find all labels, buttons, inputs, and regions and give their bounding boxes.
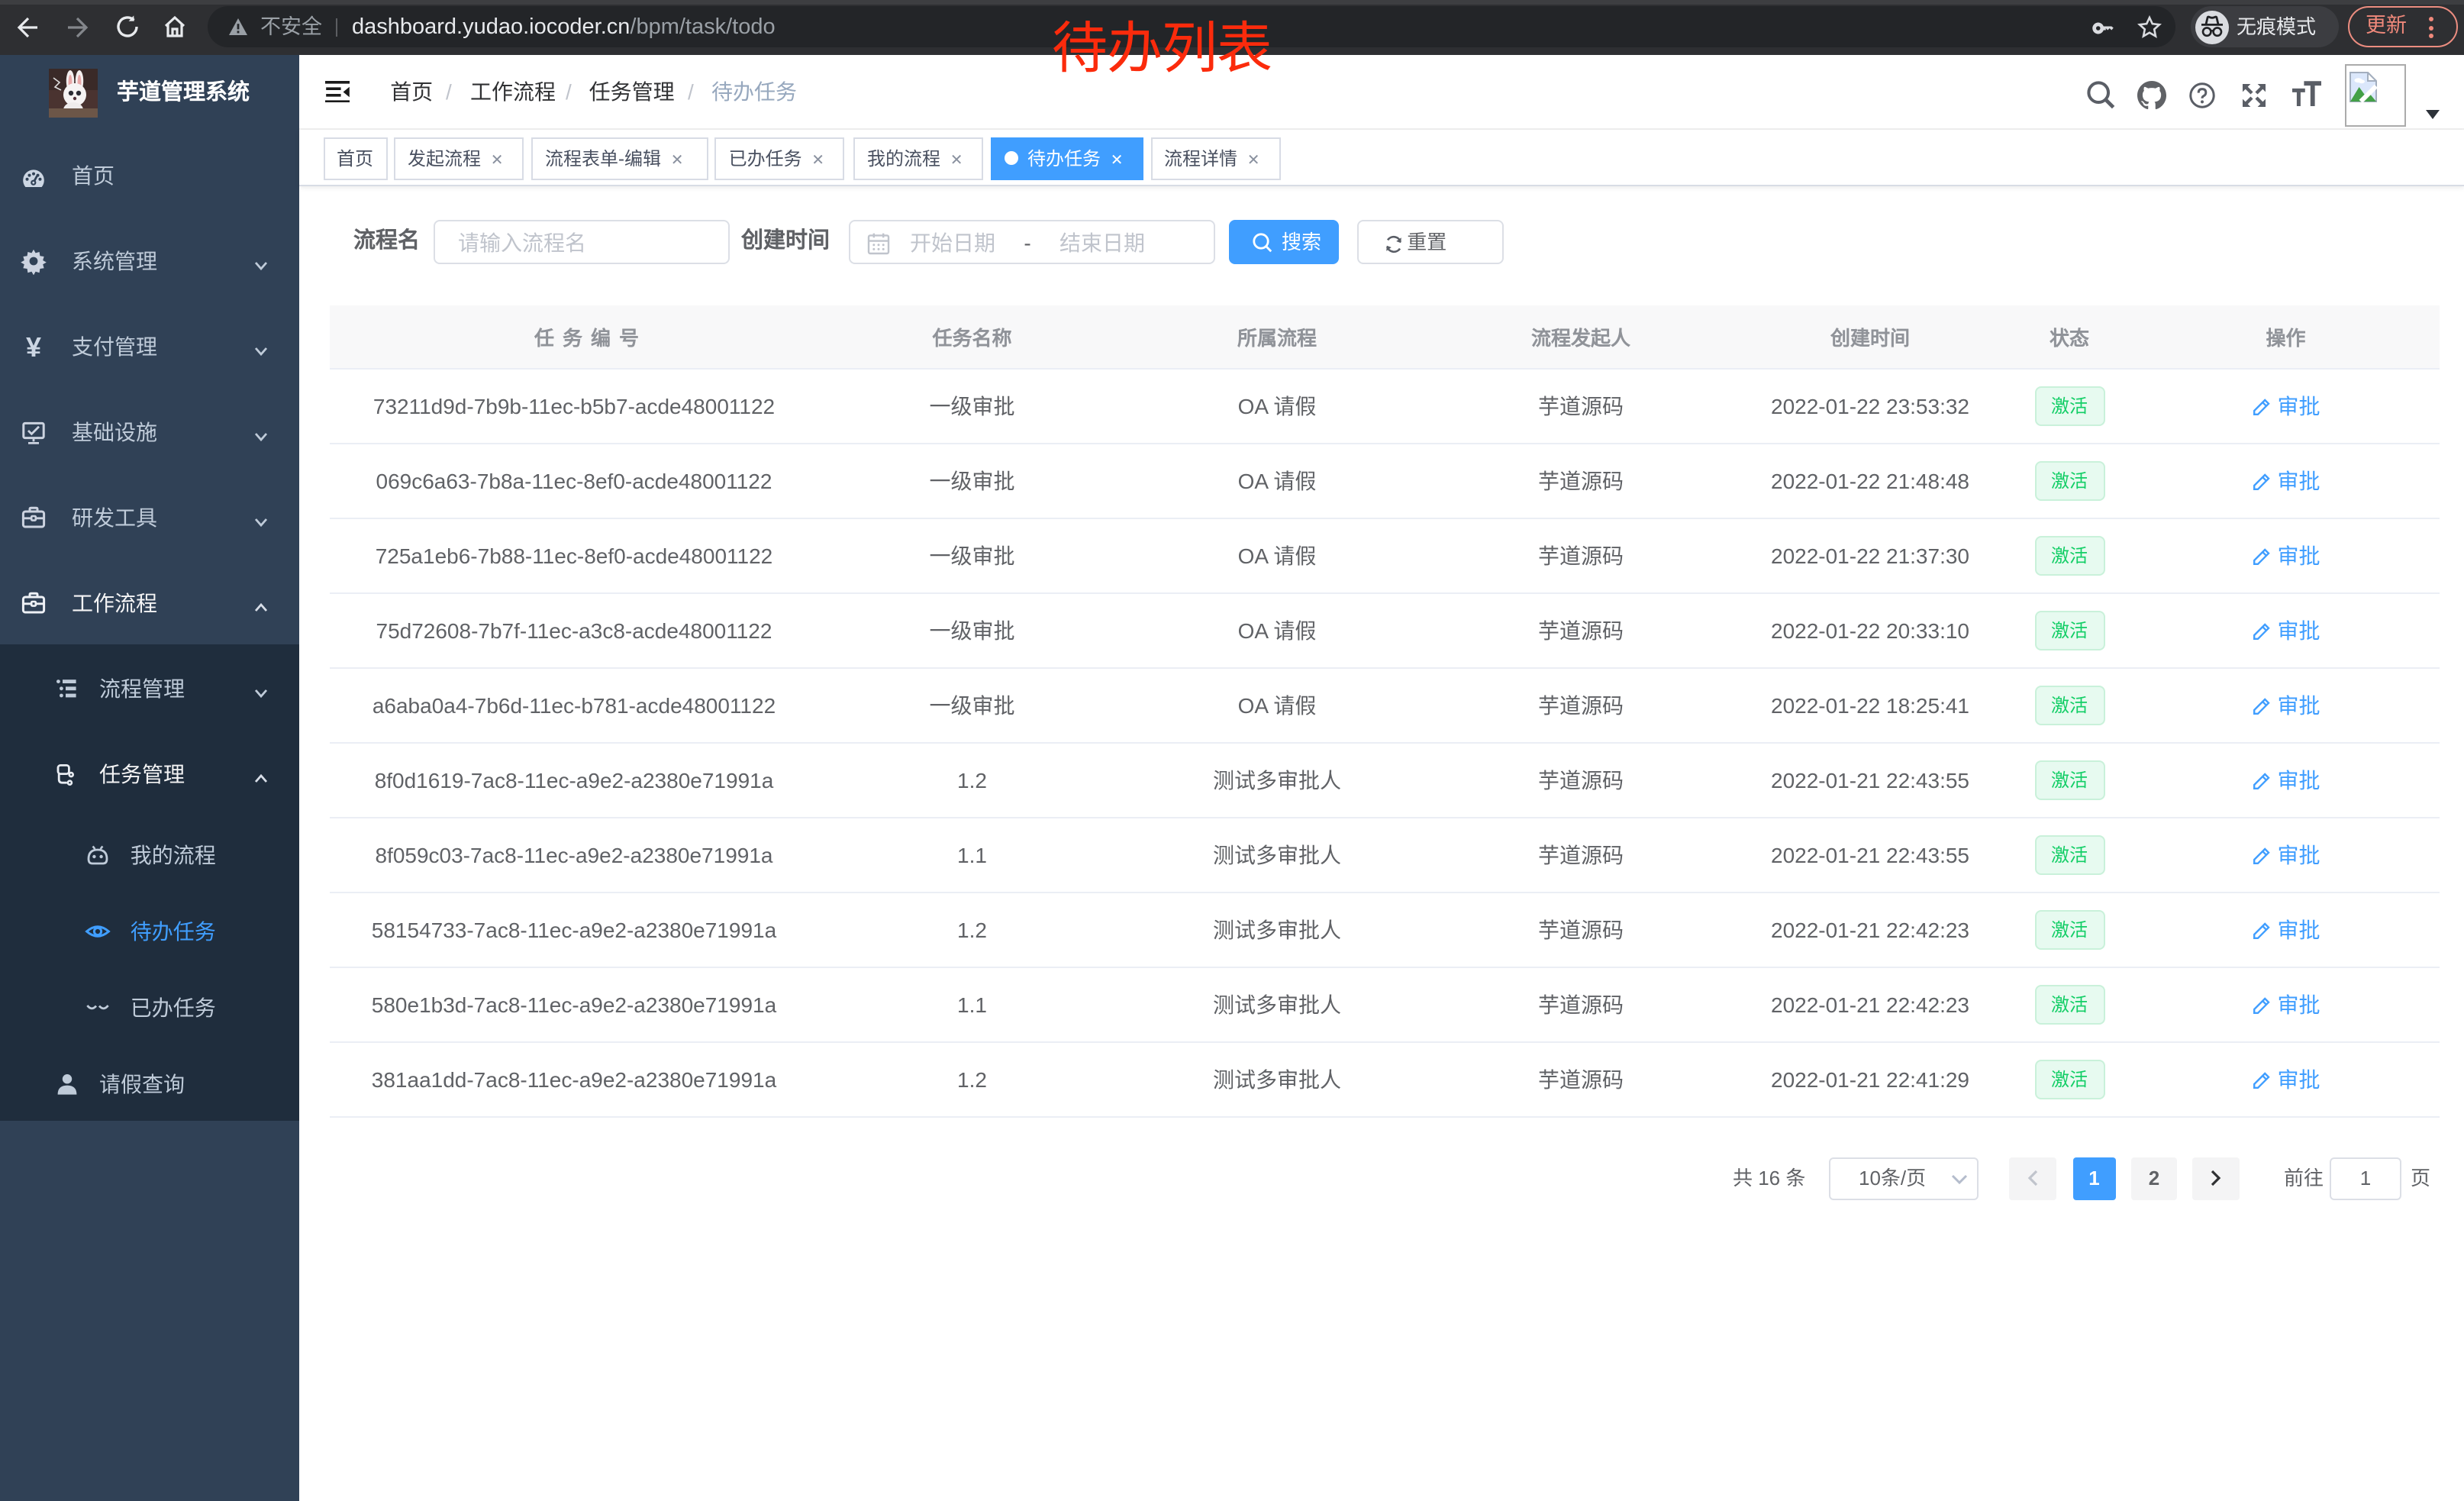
svg-text:¥: ¥ xyxy=(27,332,42,360)
